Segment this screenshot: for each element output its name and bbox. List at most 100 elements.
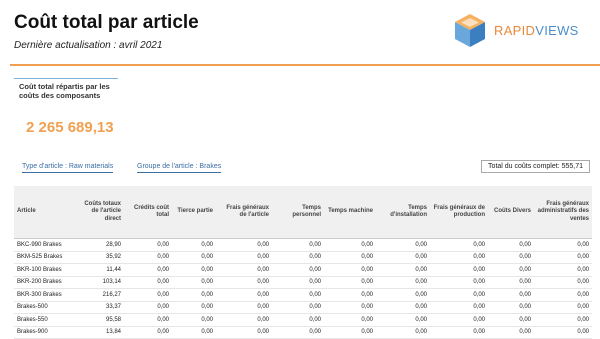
cost-cell: 0,00 (124, 301, 172, 314)
table-header-row: Article Coûts totaux de l'article direct C… (14, 186, 592, 239)
cost-cell: 0,00 (430, 301, 488, 314)
cost-cell: 0,00 (488, 288, 534, 302)
cost-cell: 0,00 (272, 276, 324, 289)
cost-cell: 0,00 (488, 276, 534, 289)
cost-cell: 0,00 (430, 238, 488, 252)
brand-name: RAPIDVIEWS (494, 23, 579, 38)
cost-cell: 0,00 (124, 313, 172, 327)
cost-cell: 0,00 (488, 251, 534, 264)
cost-cell: 0,00 (534, 301, 592, 314)
column-header[interactable]: Temps machine (324, 186, 376, 239)
cost-cell: 0,00 (324, 301, 376, 314)
cost-cell: 13,84 (76, 326, 124, 339)
cost-cell: 0,00 (534, 238, 592, 252)
cost-cell: 0,00 (324, 276, 376, 289)
cost-cell: 0,00 (172, 326, 216, 339)
cost-cell: 103,14 (76, 276, 124, 289)
column-header[interactable]: Coûts totaux de l'article direct (76, 186, 124, 239)
cost-cell: 0,00 (534, 251, 592, 264)
cost-cell: 0,00 (272, 238, 324, 252)
table-row: BKR-200 Brakes 103,14 0,00 0,00 0,00 0,00 0,00… (14, 276, 592, 289)
cost-cell: 0,00 (124, 326, 172, 339)
cost-cell: 0,00 (324, 251, 376, 264)
cost-cell: 0,00 (216, 238, 272, 252)
cost-cell: 33,37 (76, 301, 124, 314)
cube-logo-icon (455, 14, 485, 47)
cost-cell: 0,00 (488, 301, 534, 314)
column-header[interactable]: Frais généraux de production (430, 186, 488, 239)
header-divider (10, 64, 600, 66)
cost-cell: 0,00 (430, 276, 488, 289)
column-header[interactable]: Coûts Divers (488, 186, 534, 239)
cost-cell: 0,00 (216, 326, 272, 339)
cost-cell: 95,58 (76, 313, 124, 327)
cost-cell: 0,00 (488, 313, 534, 327)
table-row: BKM-525 Brakes 35,92 0,00 0,00 0,00 0,00 0,00 0… (14, 251, 592, 264)
cost-cell: 0,00 (216, 263, 272, 277)
article-cell: BKR-100 Brakes (14, 263, 76, 277)
cost-cell: 0,00 (534, 276, 592, 289)
cost-cell: 0,00 (272, 301, 324, 314)
brand-rapid: RAPID (494, 23, 536, 38)
cost-cell: 0,00 (324, 313, 376, 327)
cost-cell: 0,00 (430, 313, 488, 327)
cost-cell: 0,00 (216, 301, 272, 314)
cost-cell: 0,00 (534, 288, 592, 302)
table-row: Brakes-550 95,58 0,00 0,00 0,00 0,00 0,00 0,00 0… (14, 313, 592, 327)
cost-cell: 0,00 (376, 301, 430, 314)
table-row: BKC-990 Brakes 28,90 0,00 0,00 0,00 0,00 0,00 0… (14, 238, 592, 252)
cost-cell: 0,00 (172, 251, 216, 264)
cost-cell: 0,00 (488, 238, 534, 252)
article-cell: BKC-990 Brakes (14, 238, 76, 252)
cost-cell: 0,00 (324, 263, 376, 277)
article-cell: BKR-300 Brakes (14, 288, 76, 302)
article-cell: BKM-525 Brakes (14, 251, 76, 264)
cost-cell: 0,00 (172, 276, 216, 289)
cost-cell: 0,00 (124, 238, 172, 252)
table-body: BKC-990 Brakes 28,90 0,00 0,00 0,00 0,00 0,00 0… (14, 238, 592, 339)
cost-cell: 0,00 (272, 313, 324, 327)
cost-cell: 0,00 (216, 313, 272, 327)
cost-cell: 0,00 (430, 251, 488, 264)
cost-cell: 0,00 (172, 288, 216, 302)
kpi-card: Coût total répartis par les coûts des co… (14, 78, 118, 137)
kpi-label: Coût total répartis par les coûts des co… (19, 82, 110, 100)
cost-cell: 0,00 (172, 301, 216, 314)
cost-cell: 0,00 (534, 263, 592, 277)
cost-cell: 0,00 (376, 263, 430, 277)
last-updated-text: Dernière actualisation : avril 2021 (14, 40, 163, 51)
column-header[interactable]: Frais généraux administratifs des ventes (534, 186, 592, 239)
total-cost-badge: Total du coûts complet: 555,71 (481, 160, 590, 173)
brand-views: VIEWS (535, 23, 579, 38)
cost-cell: 0,00 (488, 263, 534, 277)
column-header[interactable]: Article (14, 186, 76, 239)
cost-cell: 0,00 (172, 313, 216, 327)
cost-cell: 0,00 (216, 288, 272, 302)
cost-cell: 0,00 (124, 276, 172, 289)
filter-article-group[interactable]: Groupe de l'article : Brakes (137, 163, 222, 173)
cost-cell: 0,00 (272, 288, 324, 302)
column-header[interactable]: Frais généraux de l'article (216, 186, 272, 239)
cost-cell: 0,00 (272, 263, 324, 277)
cost-cell: 28,90 (76, 238, 124, 252)
filter-article-type[interactable]: Type d'article : Raw materials (22, 163, 114, 173)
cost-cell: 0,00 (324, 288, 376, 302)
cost-cell: 0,00 (124, 263, 172, 277)
cost-cell: 0,00 (172, 263, 216, 277)
column-header[interactable]: Temps personnel (272, 186, 324, 239)
cost-cell: 0,00 (534, 313, 592, 327)
rapidviews-logo: RAPIDVIEWS (452, 12, 592, 50)
table-row: Brakes-900 13,84 0,00 0,00 0,00 0,00 0,00 0,00 0… (14, 326, 592, 339)
kpi-value: 2 265 689,13 (26, 119, 114, 136)
column-header[interactable]: Crédits coût total (124, 186, 172, 239)
cost-cell: 0,00 (324, 326, 376, 339)
column-header[interactable]: Tierce partie (172, 186, 216, 239)
column-header[interactable]: Temps d'installation (376, 186, 430, 239)
cost-cell: 0,00 (430, 326, 488, 339)
table-row: BKR-100 Brakes 11,44 0,00 0,00 0,00 0,00 0,00 0… (14, 263, 592, 277)
article-cell: BKR-200 Brakes (14, 276, 76, 289)
cost-cell: 0,00 (272, 251, 324, 264)
cost-cell: 0,00 (376, 238, 430, 252)
cost-cell: 0,00 (272, 326, 324, 339)
cost-cell: 216,27 (76, 288, 124, 302)
